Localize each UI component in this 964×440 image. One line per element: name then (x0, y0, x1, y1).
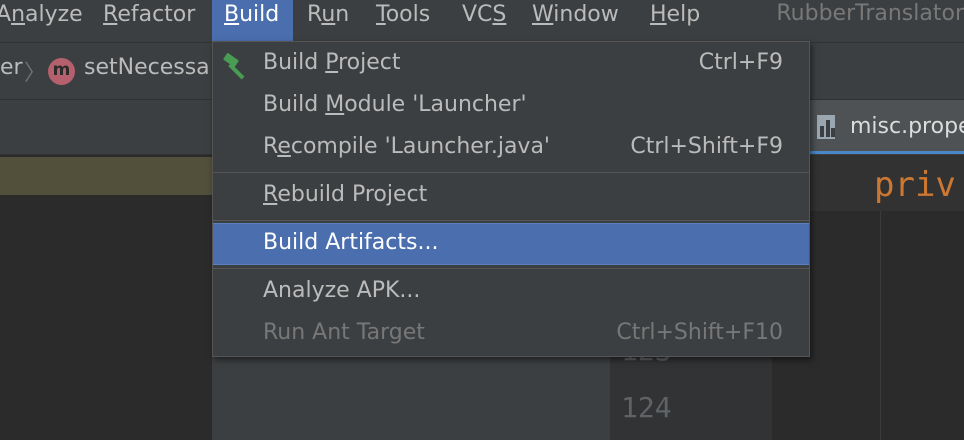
indent-guide (880, 211, 881, 440)
menu-item-label: Build Module 'Launcher' (263, 92, 527, 117)
method-icon: m (48, 58, 75, 85)
line-number: 124 (621, 391, 672, 424)
breadcrumb-class-fragment[interactable]: er (0, 55, 23, 80)
menu-item-label: Analyze APK... (263, 278, 421, 303)
menu-item-label: Build Project (263, 50, 401, 75)
left-editor[interactable] (0, 155, 212, 440)
ide-window: Analyze Refactor Build Run Tools VCS Win… (0, 0, 964, 440)
menu-separator (213, 172, 809, 173)
menu-item-shortcut: Ctrl+Shift+F9 (630, 134, 783, 159)
menu-item-label: Run Ant Target (263, 320, 425, 345)
menu-item-build-project[interactable]: Build Project Ctrl+F9 (213, 44, 809, 86)
menu-item-label: Build Artifacts... (263, 230, 439, 255)
app-title: RubberTranslator (776, 1, 964, 26)
properties-file-icon (817, 115, 835, 139)
menu-item-shortcut: Ctrl+F9 (698, 50, 783, 75)
menu-bar: Analyze Refactor Build Run Tools VCS Win… (0, 0, 964, 43)
menu-separator (213, 220, 809, 221)
code-keyword: priv (874, 165, 956, 205)
breadcrumb-separator-icon: 〉 (24, 61, 47, 86)
menu-item-analyze-apk[interactable]: Analyze APK... (213, 272, 809, 314)
menu-analyze[interactable]: Analyze (0, 0, 95, 42)
breadcrumb-method[interactable]: setNecessa (84, 55, 210, 80)
menu-item-build-module[interactable]: Build Module 'Launcher' (213, 86, 809, 128)
menu-help[interactable]: Help (638, 0, 712, 42)
menu-build[interactable]: Build (212, 0, 293, 42)
menu-item-rebuild-project[interactable]: Rebuild Project (213, 176, 809, 218)
tab-misc-properties-label: misc.prope (850, 114, 964, 139)
menu-window[interactable]: Window (520, 0, 631, 42)
menu-run[interactable]: Run (295, 0, 361, 42)
menu-item-run-ant-target[interactable]: Run Ant Target Ctrl+Shift+F10 (213, 314, 809, 356)
menu-item-shortcut: Ctrl+Shift+F10 (616, 320, 783, 345)
menu-vcs[interactable]: VCS (450, 0, 518, 42)
menu-item-recompile[interactable]: Recompile 'Launcher.java' Ctrl+Shift+F9 (213, 128, 809, 170)
hammer-icon (223, 53, 245, 80)
left-editor-tabbar (0, 100, 212, 155)
build-menu-dropdown: Build Project Ctrl+F9 Build Module 'Laun… (212, 41, 810, 357)
menu-item-build-artifacts[interactable]: Build Artifacts... (213, 223, 809, 265)
menu-item-label: Rebuild Project (263, 182, 428, 207)
menu-tools[interactable]: Tools (364, 0, 442, 42)
menu-item-label: Recompile 'Launcher.java' (263, 134, 550, 159)
menu-refactor[interactable]: Refactor (91, 0, 207, 42)
left-editor-current-line (0, 157, 212, 195)
menu-separator (213, 268, 809, 269)
